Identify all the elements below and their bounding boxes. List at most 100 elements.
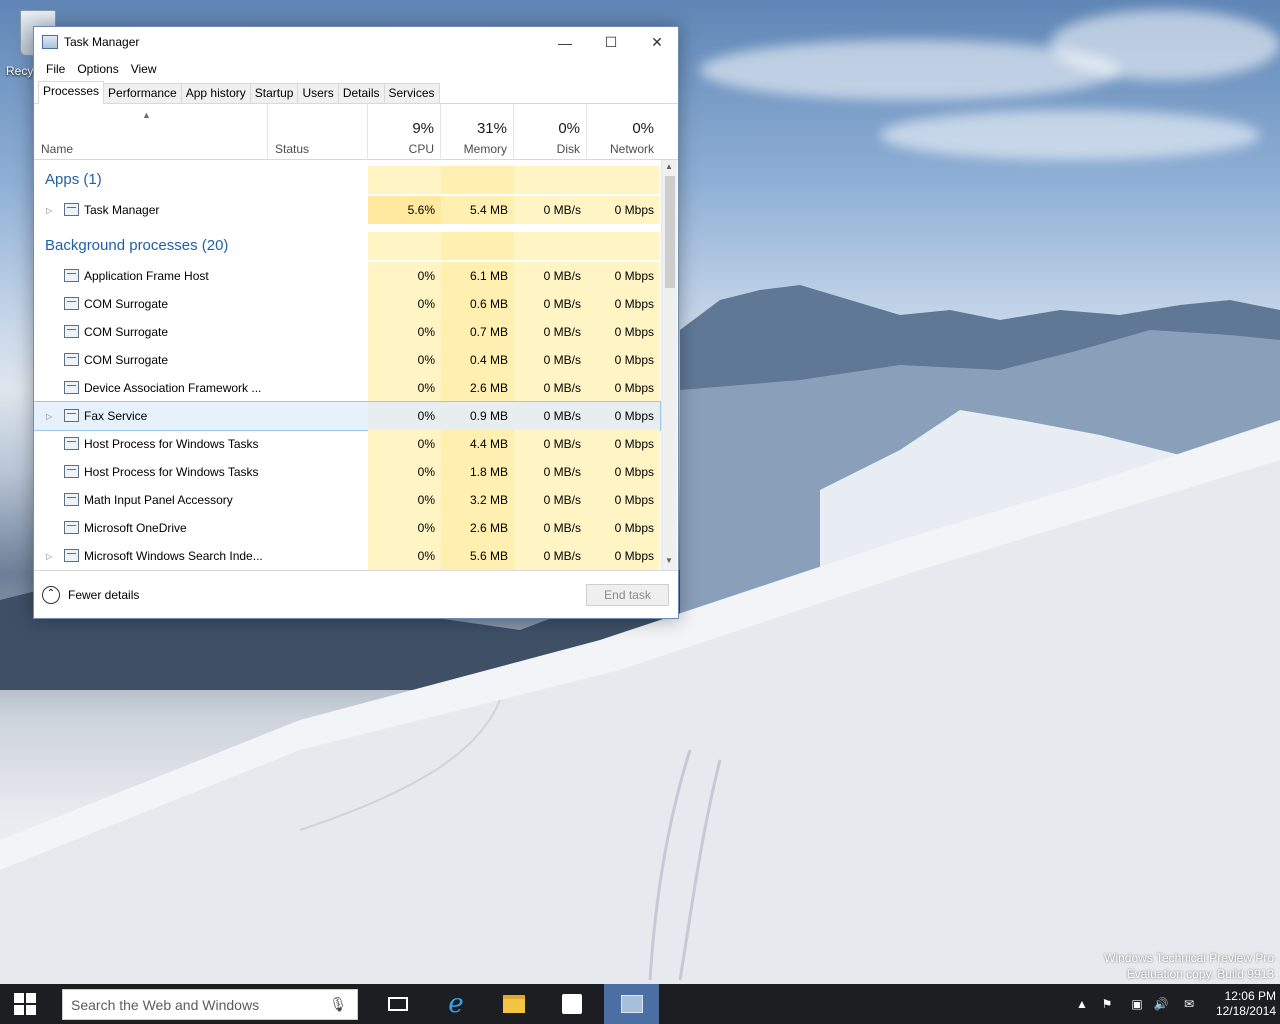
table-row[interactable]: Host Process for Windows Tasks 0% 1.8 MB… bbox=[34, 458, 660, 486]
evaluation-watermark: Windows Technical Preview Pro Evaluation… bbox=[1104, 950, 1274, 982]
tab-services[interactable]: Services bbox=[383, 83, 440, 103]
table-row[interactable]: Host Process for Windows Tasks 0% 4.4 MB… bbox=[34, 430, 660, 458]
scroll-thumb[interactable] bbox=[665, 176, 675, 288]
scroll-down-icon[interactable]: ▼ bbox=[665, 556, 673, 565]
column-network[interactable]: 0% Network bbox=[587, 104, 660, 160]
memory-total: 31% bbox=[476, 120, 507, 137]
store-button[interactable] bbox=[548, 984, 596, 1024]
column-cpu[interactable]: 9% CPU bbox=[368, 104, 441, 160]
disk-cell bbox=[514, 166, 587, 194]
flag-icon: ⚑ bbox=[1101, 997, 1113, 1011]
process-icon bbox=[64, 325, 79, 338]
clock-time: 12:06 PM bbox=[1224, 989, 1276, 1003]
column-name-label: Name bbox=[41, 142, 74, 156]
tab-strip: Processes Performance App history Startu… bbox=[34, 80, 678, 104]
title-bar[interactable]: Task Manager — ☐ ✕ bbox=[34, 27, 678, 58]
table-row[interactable]: Math Input Panel Accessory 0% 3.2 MB 0 M… bbox=[34, 486, 660, 514]
process-list: Apps (1) ▷ Task Manager 5.6% 5.4 MB 0 MB… bbox=[34, 160, 678, 570]
network-cell: 0 Mbps bbox=[587, 542, 660, 570]
network-cell: 0 Mbps bbox=[587, 290, 660, 318]
memory-cell bbox=[441, 232, 514, 260]
disk-cell: 0 MB/s bbox=[514, 486, 587, 514]
table-row[interactable]: COM Surrogate 0% 0.4 MB 0 MB/s 0 Mbps bbox=[34, 346, 660, 374]
start-button[interactable] bbox=[0, 984, 50, 1024]
cpu-cell: 0% bbox=[368, 318, 441, 346]
menu-file[interactable]: File bbox=[40, 62, 71, 76]
memory-cell: 5.4 MB bbox=[441, 196, 514, 224]
column-cpu-label: CPU bbox=[408, 142, 434, 156]
network-cell: 0 Mbps bbox=[587, 374, 660, 402]
clock[interactable]: 12:06 PM 12/18/2014 bbox=[1200, 989, 1276, 1019]
sort-up-icon: ▲ bbox=[142, 110, 151, 120]
menu-options[interactable]: Options bbox=[71, 62, 124, 76]
tab-app-history[interactable]: App history bbox=[180, 83, 251, 103]
disk-cell: 0 MB/s bbox=[514, 542, 587, 570]
close-button[interactable]: ✕ bbox=[634, 27, 680, 58]
table-row[interactable]: Application Frame Host 0% 6.1 MB 0 MB/s … bbox=[34, 262, 660, 290]
process-name: Host Process for Windows Tasks bbox=[84, 465, 259, 479]
process-name: Microsoft Windows Search Inde... bbox=[84, 549, 263, 563]
column-memory-label: Memory bbox=[463, 142, 507, 156]
table-row[interactable]: ▷ Task Manager 5.6% 5.4 MB 0 MB/s 0 Mbps bbox=[34, 196, 660, 224]
minimize-button[interactable]: — bbox=[542, 27, 588, 58]
disk-cell: 0 MB/s bbox=[514, 262, 587, 290]
internet-explorer-button[interactable]: e bbox=[432, 984, 480, 1024]
column-name[interactable]: ▲ Name bbox=[34, 104, 268, 160]
cpu-cell: 0% bbox=[368, 514, 441, 542]
notification-tray[interactable]: ✉ bbox=[1178, 984, 1200, 1024]
task-manager-icon bbox=[620, 995, 643, 1013]
footer: ⌃ Fewer details End task bbox=[34, 570, 678, 618]
process-name: Math Input Panel Accessory bbox=[84, 493, 233, 507]
microphone-icon[interactable]: 🎙 bbox=[329, 996, 347, 1013]
search-indexer-icon bbox=[64, 549, 79, 562]
network-cell: 0 Mbps bbox=[587, 402, 660, 430]
expand-icon[interactable]: ▷ bbox=[46, 552, 52, 561]
network-cell bbox=[587, 166, 660, 194]
memory-cell: 1.8 MB bbox=[441, 458, 514, 486]
expand-icon[interactable]: ▷ bbox=[46, 206, 52, 215]
column-status[interactable]: Status bbox=[268, 104, 368, 160]
network-tray[interactable]: ▣ bbox=[1126, 984, 1148, 1024]
search-box[interactable]: Search the Web and Windows 🎙 bbox=[62, 989, 358, 1020]
table-row[interactable]: ▷ Microsoft Windows Search Inde... 0% 5.… bbox=[34, 542, 660, 570]
maximize-button[interactable]: ☐ bbox=[588, 27, 634, 58]
task-view-icon bbox=[388, 997, 408, 1011]
task-view-button[interactable] bbox=[374, 984, 422, 1024]
end-task-button[interactable]: End task bbox=[586, 584, 669, 606]
disk-total: 0% bbox=[558, 120, 580, 137]
volume-tray[interactable]: 🔊 bbox=[1150, 984, 1172, 1024]
group-header-apps[interactable]: Apps (1) bbox=[34, 166, 660, 194]
file-explorer-button[interactable] bbox=[490, 984, 538, 1024]
column-network-label: Network bbox=[609, 142, 654, 156]
tab-startup[interactable]: Startup bbox=[249, 83, 299, 103]
column-status-label: Status bbox=[275, 142, 310, 156]
menu-view[interactable]: View bbox=[125, 62, 163, 76]
tab-processes[interactable]: Processes bbox=[38, 81, 105, 104]
show-hidden-icons-button[interactable]: ▲ bbox=[1074, 984, 1090, 1024]
cpu-cell: 0% bbox=[368, 262, 441, 290]
task-manager-taskbar-button[interactable] bbox=[604, 984, 659, 1024]
expand-icon[interactable]: ▷ bbox=[46, 412, 52, 421]
action-center-tray[interactable]: ⚑ bbox=[1096, 984, 1118, 1024]
tab-performance[interactable]: Performance bbox=[103, 83, 182, 103]
maximize-icon: ☐ bbox=[604, 34, 618, 50]
cloud bbox=[880, 110, 1260, 160]
column-disk[interactable]: 0% Disk bbox=[514, 104, 587, 160]
table-row[interactable]: Microsoft OneDrive 0% 2.6 MB 0 MB/s 0 Mb… bbox=[34, 514, 660, 542]
column-memory[interactable]: 31% Memory bbox=[441, 104, 514, 160]
fewer-details-button[interactable]: ⌃ Fewer details bbox=[42, 586, 139, 604]
table-row-selected[interactable]: ▷ Fax Service 0% 0.9 MB 0 MB/s 0 Mbps bbox=[34, 401, 661, 431]
window-title: Task Manager bbox=[64, 35, 140, 49]
cpu-cell: 0% bbox=[368, 402, 441, 430]
table-row[interactable]: COM Surrogate 0% 0.7 MB 0 MB/s 0 Mbps bbox=[34, 318, 660, 346]
scroll-up-icon[interactable]: ▲ bbox=[665, 162, 673, 171]
cpu-cell: 5.6% bbox=[368, 196, 441, 224]
table-row[interactable]: COM Surrogate 0% 0.6 MB 0 MB/s 0 Mbps bbox=[34, 290, 660, 318]
tab-users[interactable]: Users bbox=[297, 83, 339, 103]
network-total: 0% bbox=[632, 120, 654, 137]
table-row[interactable]: Device Association Framework ... 0% 2.6 … bbox=[34, 374, 660, 402]
menu-bar: File Options View bbox=[34, 58, 678, 80]
group-header-background[interactable]: Background processes (20) bbox=[34, 232, 660, 260]
vertical-scrollbar[interactable]: ▲ ▼ bbox=[661, 160, 677, 570]
tab-details[interactable]: Details bbox=[337, 83, 385, 103]
